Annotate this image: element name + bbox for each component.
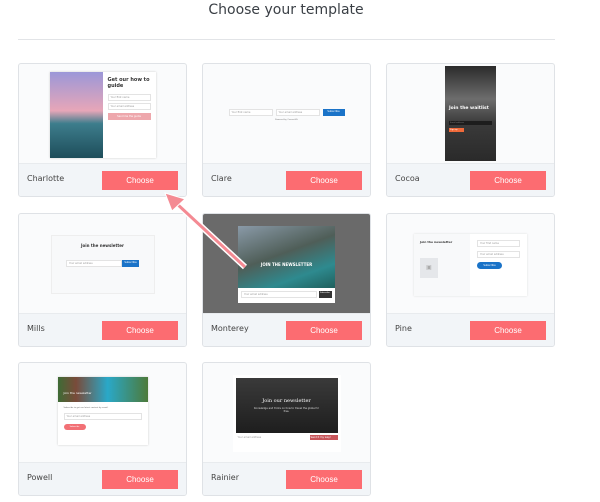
annotation-arrow <box>164 192 248 270</box>
